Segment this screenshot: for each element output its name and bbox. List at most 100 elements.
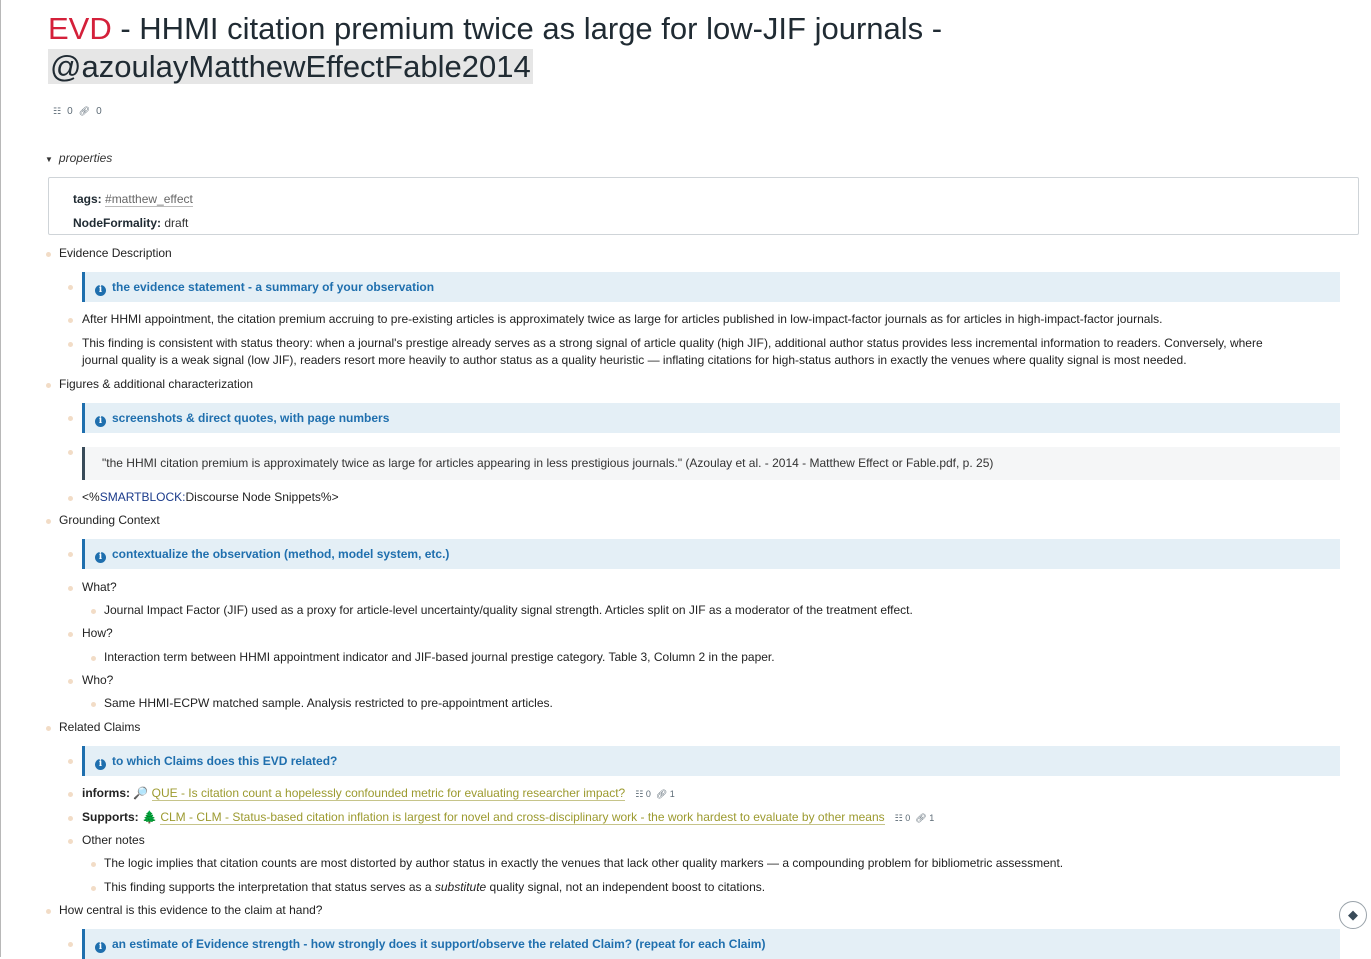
title-text: - HHMI citation premium twice as large f… [111, 11, 943, 46]
bullet[interactable] [46, 383, 51, 388]
block-note-1[interactable]: The logic implies that citation counts a… [104, 855, 1063, 872]
bullet[interactable] [91, 862, 96, 867]
bullet[interactable] [68, 586, 73, 591]
link-count: 1 [929, 813, 935, 823]
link-count: 1 [669, 789, 675, 799]
block-figures[interactable]: Figures & additional characterization [59, 376, 253, 393]
citation-key: @azoulayMatthewEffectFable2014 [48, 49, 533, 84]
question-link[interactable]: QUE - Is citation count a hopelessly con… [151, 786, 626, 801]
block-note-2[interactable]: This finding supports the interpretation… [104, 879, 765, 896]
callout-text: the evidence statement - a summary of yo… [112, 280, 435, 294]
callout-related: i to which Claims does this EVD related? [82, 746, 1340, 776]
block-grounding[interactable]: Grounding Context [59, 512, 160, 529]
callout-text: an estimate of Evidence strength - how s… [112, 937, 766, 951]
bullet[interactable] [68, 942, 73, 947]
note2-text-a: This finding supports the interpretation… [104, 880, 435, 894]
block-evidence-summary[interactable]: After HHMI appointment, the citation pre… [82, 311, 1162, 328]
formality-value: draft [164, 216, 189, 230]
magnifier-icon: 🔎 [133, 786, 149, 800]
bullet[interactable] [91, 702, 96, 707]
smartblock-value: Discourse Node Snippets [185, 490, 321, 504]
bullet[interactable] [46, 519, 51, 524]
bullet[interactable] [46, 726, 51, 731]
bullet[interactable] [68, 632, 73, 637]
bullet[interactable] [68, 792, 73, 797]
smartblock-key: SMARTBLOCK: [99, 490, 186, 504]
git-sync-button[interactable]: ◆ [1339, 901, 1367, 929]
hierarchy-icon[interactable]: ☷ [635, 789, 643, 799]
git-icon: ◆ [1348, 907, 1358, 922]
blockquote[interactable]: "the HHMI citation premium is approximat… [82, 447, 1340, 480]
bullet[interactable] [46, 252, 51, 257]
bullet[interactable] [91, 886, 96, 891]
supports-counts: ☷ 0 🔗︎ 1 [895, 813, 935, 823]
properties-toggle[interactable]: ▼ properties [45, 151, 112, 165]
bullet[interactable] [68, 816, 73, 821]
bullet[interactable] [68, 759, 73, 764]
bullet[interactable] [91, 609, 96, 614]
block-what[interactable]: What? [82, 579, 117, 596]
info-icon: i [95, 942, 106, 953]
callout-text: contextualize the observation (method, m… [112, 547, 450, 561]
smartblock-line[interactable]: <%SMARTBLOCK:Discourse Node Snippets%> [82, 489, 339, 506]
callout-figures: i screenshots & direct quotes, with page … [82, 403, 1340, 433]
formality-property: NodeFormality: draft [73, 211, 1334, 235]
properties-panel: tags: #matthew_effect NodeFormality: dra… [48, 177, 1359, 235]
page-title: EVD - HHMI citation premium twice as lar… [48, 10, 1048, 86]
block-related-claims[interactable]: Related Claims [59, 719, 140, 736]
block-evidence-description[interactable]: Evidence Description [59, 245, 172, 262]
properties-label: properties [58, 151, 113, 165]
block-who[interactable]: Who? [82, 672, 113, 689]
link-icon[interactable]: 🔗︎ [915, 813, 926, 823]
bullet[interactable] [68, 342, 73, 347]
bullet[interactable] [68, 679, 73, 684]
bullet[interactable] [68, 450, 73, 455]
smartblock-open: <% [82, 490, 100, 504]
child-count: 0 [905, 813, 911, 823]
formality-key: NodeFormality: [73, 216, 162, 230]
bullet[interactable] [68, 318, 73, 323]
supports-key: Supports: [82, 810, 139, 824]
info-icon: i [95, 285, 106, 296]
block-status-theory[interactable]: This finding is consistent with status t… [82, 335, 1263, 352]
bullet[interactable] [68, 839, 73, 844]
child-count: 0 [645, 789, 651, 799]
block-what-detail[interactable]: Journal Impact Factor (JIF) used as a pr… [104, 602, 913, 619]
hierarchy-icon[interactable]: ☷ [895, 813, 903, 823]
bullet[interactable] [68, 496, 73, 501]
block-who-detail[interactable]: Same HHMI-ECPW matched sample. Analysis … [104, 695, 553, 712]
info-icon: i [95, 416, 106, 427]
node-type-label: EVD [48, 11, 112, 46]
block-centrality[interactable]: How central is this evidence to the clai… [59, 902, 322, 919]
bullet[interactable] [68, 285, 73, 290]
bullet[interactable] [68, 552, 73, 557]
tree-icon: 🌲 [142, 810, 157, 824]
bullet[interactable] [46, 909, 51, 914]
informs-counts: ☷ 0 🔗︎ 1 [635, 789, 675, 799]
child-count: 0 [67, 106, 73, 117]
caret-down-icon: ▼ [45, 155, 53, 164]
link-icon[interactable]: 🔗︎ [79, 106, 90, 117]
hierarchy-icon[interactable]: ☷ [53, 106, 61, 117]
block-how-detail[interactable]: Interaction term between HHMI appointmen… [104, 649, 775, 666]
tags-key: tags: [73, 192, 102, 206]
block-supports[interactable]: Supports: 🌲 CLM - CLM - Status-based cit… [82, 809, 934, 827]
link-count: 0 [96, 106, 102, 117]
callout-centrality: i an estimate of Evidence strength - how … [82, 929, 1340, 959]
callout-text: to which Claims does this EVD related? [112, 754, 338, 768]
claim-link[interactable]: CLM - CLM - Status-based citation inflat… [160, 810, 885, 825]
info-icon: i [95, 552, 106, 563]
tag-link[interactable]: #matthew_effect [105, 192, 193, 207]
callout-evidence: i the evidence statement - a summary of y… [82, 272, 1340, 302]
info-icon: i [95, 759, 106, 770]
note2-text-b: quality signal, not an independent boost… [486, 880, 766, 894]
block-how[interactable]: How? [82, 625, 113, 642]
block-status-theory-line2[interactable]: journal quality is a weak signal (low JI… [82, 352, 1187, 369]
block-informs[interactable]: informs: 🔎 QUE - Is citation count a hop… [82, 785, 675, 803]
link-icon[interactable]: 🔗︎ [656, 789, 667, 799]
bullet[interactable] [91, 656, 96, 661]
page-counts: ☷ 0 🔗︎ 0 [53, 106, 102, 117]
smartblock-close: %> [320, 490, 339, 504]
block-other-notes[interactable]: Other notes [82, 832, 145, 849]
bullet[interactable] [68, 416, 73, 421]
